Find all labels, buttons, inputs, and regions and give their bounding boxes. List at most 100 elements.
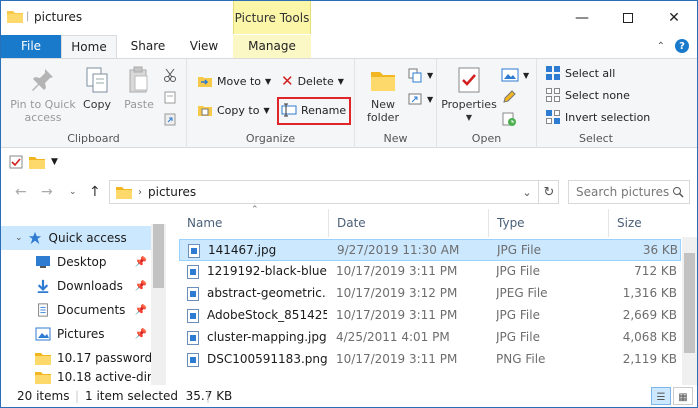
copy-path-button[interactable] (163, 87, 177, 107)
copy-to-button[interactable]: Copy to ▼ (197, 100, 270, 120)
tab-share[interactable]: Share (121, 35, 175, 58)
move-to-button[interactable]: Move to ▼ (197, 71, 271, 91)
table-row[interactable]: 1219192-black-blue... 10/17/2019 3:11 PM… (179, 261, 681, 283)
nav-item-desktop[interactable]: Desktop 📌 (1, 250, 151, 274)
ribbon-controls: ⌃ ? (657, 39, 689, 53)
file-list-scrollbar-thumb[interactable] (684, 253, 695, 353)
copy-to-dropdown-icon: ▼ (263, 105, 270, 115)
maximize-button[interactable] (605, 1, 651, 34)
details-view-button[interactable]: ☰ (651, 387, 671, 405)
minimize-button[interactable]: — (559, 1, 605, 34)
pin-icon[interactable]: 📌 (135, 329, 147, 340)
recent-dropdown-icon[interactable]: ⌄ (69, 187, 77, 197)
nav-label-pictures: Pictures (57, 327, 105, 341)
open-button[interactable]: ▼ (501, 65, 529, 85)
new-folder-button[interactable]: New folder (361, 65, 405, 124)
pencil-icon (503, 90, 516, 103)
column-header-date[interactable]: Date (329, 209, 489, 237)
copy-icon (82, 65, 112, 95)
select-all-label: Select all (565, 66, 616, 80)
nav-item-pictures[interactable]: Pictures 📌 (1, 322, 151, 346)
download-icon (37, 279, 49, 293)
copy-to-label: Copy to (217, 103, 260, 117)
copy-label: Copy (83, 98, 111, 111)
table-row[interactable]: cluster-mapping.jpg 4/25/2011 4:01 PM JP… (179, 327, 681, 349)
copy-button[interactable]: Copy (79, 65, 115, 111)
delete-button[interactable]: ✕ Delete ▼ (281, 71, 344, 91)
edit-button[interactable] (501, 87, 517, 107)
invert-selection-button[interactable]: Invert selection (545, 107, 650, 127)
select-all-button[interactable]: Select all (545, 63, 615, 83)
address-dropdown-icon: ⌄ (522, 185, 532, 199)
table-row[interactable]: 141467.jpg 9/27/2019 11:30 AM JPG File 3… (179, 239, 681, 261)
folder-icon (35, 353, 51, 365)
easy-access-button[interactable]: ▼ (407, 89, 433, 109)
properties-button[interactable]: Properties ▼ (441, 65, 497, 124)
status-bar: 20 items | 1 item selected 35.7 KB | ☰ ▦ (1, 385, 697, 407)
properties-dropdown-icon: ▼ (465, 113, 473, 122)
select-none-label: Select none (565, 88, 630, 102)
back-arrow-icon[interactable]: ← (15, 184, 27, 200)
file-date: 10/17/2019 3:11 PM (336, 264, 458, 278)
help-icon[interactable]: ? (675, 39, 689, 53)
paste-icon (124, 65, 154, 95)
expand-chevron-icon[interactable]: ⌄ (15, 233, 23, 243)
search-input[interactable]: Search pictures (568, 180, 690, 204)
pin-icon (28, 65, 58, 95)
up-arrow-icon[interactable]: ↑ (89, 184, 101, 200)
move-to-icon (198, 77, 212, 87)
expand-ribbon-icon[interactable]: ⌃ (657, 41, 665, 52)
column-header-size[interactable]: Size (609, 209, 682, 237)
paste-button[interactable]: Paste (119, 65, 159, 111)
pin-icon[interactable]: 📌 (135, 257, 147, 268)
nav-item-folder[interactable]: 10.18 active-direc (1, 370, 151, 385)
address-bar[interactable]: › pictures (109, 180, 559, 204)
nav-item-folder[interactable]: 10.17 password-re (1, 346, 151, 370)
file-list-scrollbar[interactable] (682, 237, 697, 385)
status-divider: | (75, 389, 80, 403)
breadcrumb-pictures[interactable]: pictures (148, 185, 196, 199)
column-header-type[interactable]: Type (489, 209, 609, 237)
select-none-button[interactable]: Select none (545, 85, 630, 105)
nav-item-downloads[interactable]: Downloads 📌 (1, 274, 151, 298)
history-button[interactable] (501, 109, 517, 129)
large-icons-view-icon: ▦ (678, 392, 688, 403)
large-icons-view-button[interactable]: ▦ (673, 387, 693, 405)
pin-icon[interactable]: 📌 (135, 305, 147, 316)
file-date: 10/17/2019 3:11 PM (336, 352, 458, 366)
paste-shortcut-button[interactable] (163, 109, 177, 129)
address-dropdown-button[interactable]: ⌄ (517, 180, 537, 204)
pictures-icon (35, 327, 51, 341)
table-row[interactable]: DSC100591183.png 10/17/2019 3:11 PM PNG … (179, 349, 681, 371)
table-row[interactable]: abstract-geometric... 10/17/2019 3:12 PM… (179, 283, 681, 305)
tab-view[interactable]: View (177, 35, 231, 58)
nav-item-documents[interactable]: Documents 📌 (1, 298, 151, 322)
qat-folder-icon[interactable] (29, 155, 45, 169)
qat-customize-icon[interactable]: ▼ (51, 157, 58, 167)
tab-home[interactable]: Home (61, 35, 117, 59)
nav-scrollbar[interactable] (151, 224, 166, 385)
table-row[interactable]: AdobeStock_851425... 10/17/2019 3:11 PM … (179, 305, 681, 327)
rename-highlight-box (277, 97, 351, 125)
close-button[interactable]: ✕ (651, 1, 697, 34)
open-group: Properties ▼ ▼ Open (437, 59, 537, 148)
pin-icon[interactable]: 📌 (135, 281, 147, 292)
new-group: New folder ▼ ▼ New (355, 59, 437, 148)
nav-item-quick-access[interactable]: ⌄ Quick access (1, 226, 151, 250)
cut-button[interactable] (163, 65, 177, 85)
properties-check-icon[interactable] (9, 155, 23, 169)
nav-scrollbar-thumb[interactable] (153, 224, 164, 288)
tab-file[interactable]: File (1, 35, 61, 58)
breadcrumb-separator-icon[interactable]: › (138, 187, 142, 198)
file-size: 712 KB (634, 264, 677, 278)
new-item-button[interactable]: ▼ (407, 65, 433, 85)
refresh-button[interactable]: ↻ (538, 180, 559, 204)
title-bar: | pictures Picture Tools — ✕ (1, 1, 697, 35)
window-title: pictures (34, 10, 83, 24)
forward-arrow-icon[interactable]: → (41, 184, 53, 200)
column-header-name[interactable]: Name (179, 209, 329, 237)
nav-label-quick-access: Quick access (48, 231, 127, 245)
delete-icon: ✕ (281, 72, 294, 90)
pin-quick-access-button[interactable]: Pin to Quick access (7, 65, 79, 124)
tab-manage[interactable]: Manage (233, 35, 311, 58)
